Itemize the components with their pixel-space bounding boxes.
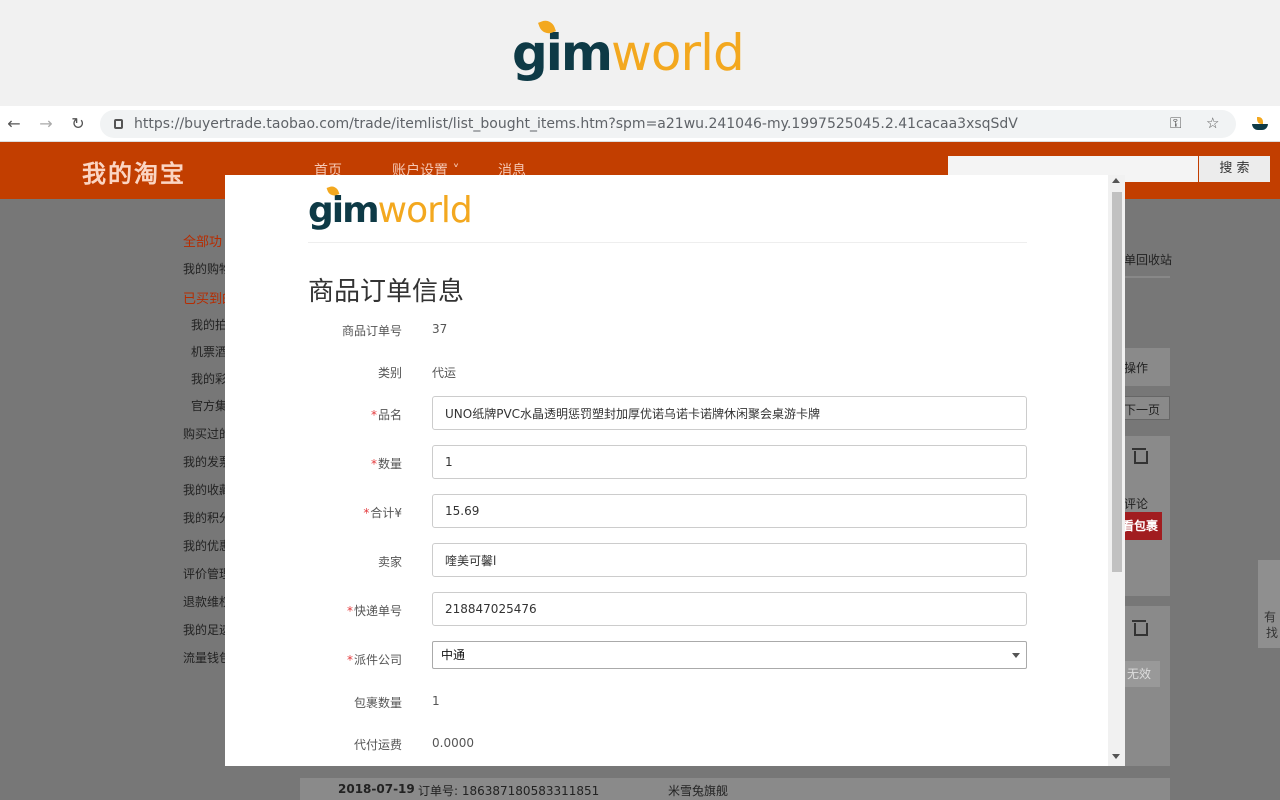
next-page-label: 下一页 <box>1124 403 1161 417</box>
modal-gimworld-logo: gim world <box>308 184 473 231</box>
sidebar-item[interactable]: 机票酒 <box>191 343 227 360</box>
name-label: *品名 <box>308 406 402 423</box>
sidebar-item[interactable]: 全部功 <box>183 231 222 250</box>
trash-icon[interactable] <box>1132 448 1148 464</box>
package-count-value: 1 <box>432 694 440 708</box>
tracking-number-input[interactable] <box>432 592 1027 626</box>
qty-label: *数量 <box>308 455 402 472</box>
logo-text-gim: gim <box>308 190 380 231</box>
order-number: 订单号: 186387180583311851 <box>418 784 600 798</box>
sidebar-item[interactable]: 我的拍 <box>191 316 227 333</box>
sidebar-item[interactable]: 我的收藏 <box>183 481 231 498</box>
sidebar-item[interactable]: 我的购物 <box>183 260 231 277</box>
floating-side-widget[interactable]: 有 找 <box>1258 560 1280 648</box>
key-icon[interactable]: ⚿ <box>1170 114 1181 132</box>
total-label-text: 合计¥ <box>370 506 402 520</box>
browser-toolbar: ← → ↻ https://buyertrade.taobao.com/trad… <box>0 106 1280 142</box>
package-count-label: 包裹数量 <box>353 696 402 710</box>
required-mark: * <box>346 653 353 667</box>
sidebar-item[interactable]: 购买过的 <box>183 425 231 442</box>
total-input[interactable] <box>432 494 1027 528</box>
tracking-label-text: 快递单号 <box>353 604 402 618</box>
star-icon[interactable]: ☆ <box>1206 114 1219 132</box>
logo-text-world: world <box>377 190 473 231</box>
freight-value: 0.0000 <box>432 736 474 750</box>
lock-icon <box>114 119 123 129</box>
category-value: 代运 <box>432 366 457 380</box>
url-text: https://buyertrade.taobao.com/trade/item… <box>134 116 1018 132</box>
tab-underline <box>1120 276 1170 278</box>
float-text-2: 找 <box>1266 626 1279 640</box>
sidebar-item[interactable]: 我的彩 <box>191 370 227 387</box>
float-text: 有 <box>1264 610 1277 624</box>
courier-select[interactable]: 中通 <box>432 641 1027 669</box>
chevron-down-icon <box>1012 653 1020 658</box>
forward-icon[interactable]: → <box>36 114 56 134</box>
trash-icon[interactable] <box>1132 620 1148 636</box>
taobao-title: 我的淘宝 <box>82 160 186 188</box>
tracking-label: *快递单号 <box>308 602 402 619</box>
reload-icon[interactable]: ↻ <box>68 114 88 134</box>
logo-text-world: world <box>611 24 745 82</box>
taobao-search-button[interactable]: 搜 索 <box>1199 156 1270 182</box>
required-mark: * <box>370 457 377 471</box>
total-label: *合计¥ <box>308 504 402 521</box>
logo-text-gim: gim <box>512 24 613 82</box>
order-info-modal: gimworld 商品订单信息 商品订单号 37 类别 代运 *品名 *数量 *… <box>225 175 1125 766</box>
sidebar-item[interactable]: 我的优惠 <box>183 537 231 554</box>
qty-label-text: 数量 <box>377 457 402 471</box>
sidebar-item[interactable]: 退款维权 <box>183 593 231 610</box>
courier-selected-value: 中通 <box>441 648 466 662</box>
name-label-text: 品名 <box>377 408 402 422</box>
order-date: 2018-07-19 <box>338 782 415 796</box>
sidebar-item[interactable]: 我的足迹 <box>183 621 231 638</box>
top-banner: gim world <box>0 0 1280 106</box>
required-mark: * <box>363 506 370 520</box>
seller-label: 卖家 <box>377 555 402 569</box>
operate-label: 操作 <box>1124 361 1149 375</box>
extension-icon[interactable] <box>1252 116 1268 132</box>
sidebar-item[interactable]: 流量钱包 <box>183 649 231 666</box>
product-name-input[interactable] <box>432 396 1027 430</box>
scroll-up-icon[interactable] <box>1112 178 1120 183</box>
courier-label-text: 派件公司 <box>353 653 402 667</box>
courier-label: *派件公司 <box>308 651 402 668</box>
back-icon[interactable]: ← <box>4 114 24 134</box>
required-mark: * <box>346 604 353 618</box>
quantity-input[interactable] <box>432 445 1027 479</box>
seller-input[interactable] <box>432 543 1027 577</box>
required-mark: * <box>370 408 377 422</box>
order-no-value: 37 <box>432 322 448 336</box>
recycle-bin-link[interactable]: 单回收站 <box>1124 251 1172 268</box>
sidebar-item[interactable]: 我的积分 <box>183 509 231 526</box>
order-row-header: 2018-07-19 订单号: 186387180583311851 米雪兔旗舰 <box>300 778 1170 800</box>
scroll-thumb[interactable] <box>1112 192 1122 572</box>
category-label: 类别 <box>377 366 402 380</box>
header-divider <box>308 242 1027 243</box>
gimworld-logo: gim world <box>512 18 745 82</box>
scroll-down-icon[interactable] <box>1112 754 1120 759</box>
modal-scrollbar[interactable] <box>1108 175 1125 766</box>
address-bar[interactable]: https://buyertrade.taobao.com/trade/item… <box>100 110 1236 138</box>
comment-link[interactable]: 评论 <box>1124 495 1148 512</box>
shop-name[interactable]: 米雪兔旗舰 <box>668 782 728 799</box>
sidebar-item[interactable]: 官方集 <box>191 397 227 414</box>
order-no-label: 商品订单号 <box>341 324 402 338</box>
modal-title: 商品订单信息 <box>308 277 465 307</box>
sidebar-item[interactable]: 评价管理 <box>183 565 231 582</box>
freight-label: 代付运费 <box>353 738 402 752</box>
sidebar-item[interactable]: 我的发票 <box>183 453 231 470</box>
